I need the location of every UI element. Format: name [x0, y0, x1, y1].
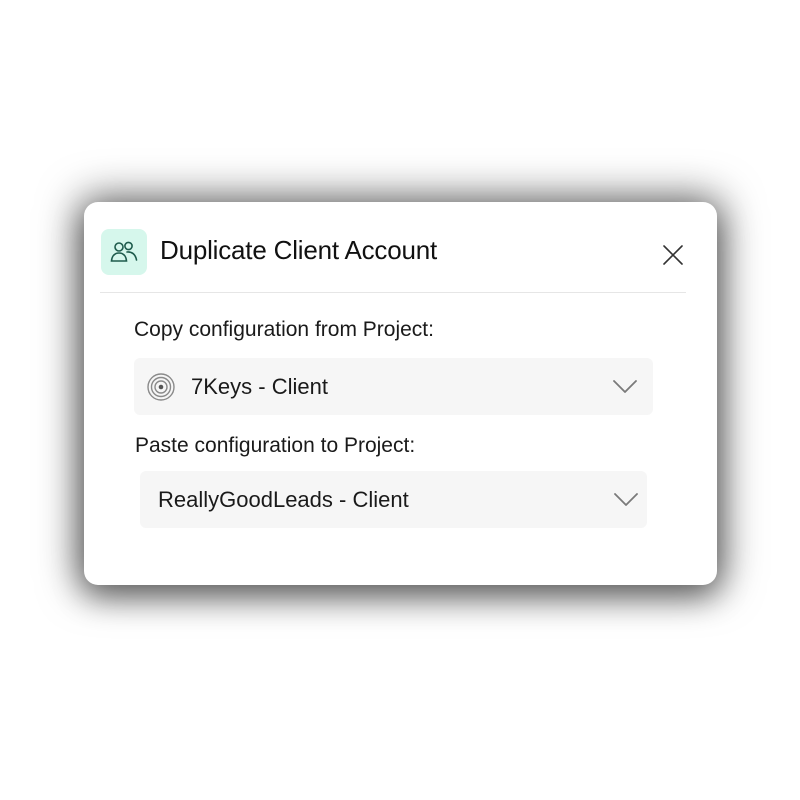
users-icon: [101, 229, 147, 275]
close-button[interactable]: [658, 240, 688, 270]
target-project-select[interactable]: ReallyGoodLeads - Client: [140, 471, 647, 528]
chevron-down-icon: [613, 380, 637, 393]
target-project-value: ReallyGoodLeads - Client: [158, 487, 409, 512]
header-divider: [100, 292, 686, 293]
source-project-label: Copy configuration from Project:: [134, 318, 434, 341]
target-project-label: Paste configuration to Project:: [135, 434, 416, 457]
close-icon: [663, 245, 683, 265]
dialog-title: Duplicate Client Account: [160, 235, 438, 265]
chevron-down-icon: [614, 493, 638, 506]
source-project-value: 7Keys - Client: [191, 374, 328, 399]
backdrop: Duplicate Client Account Copy configurat…: [0, 0, 800, 800]
concentric-circles-icon: [147, 373, 175, 401]
source-project-select[interactable]: 7Keys - Client: [134, 358, 653, 415]
duplicate-client-dialog: Duplicate Client Account Copy configurat…: [84, 202, 717, 585]
